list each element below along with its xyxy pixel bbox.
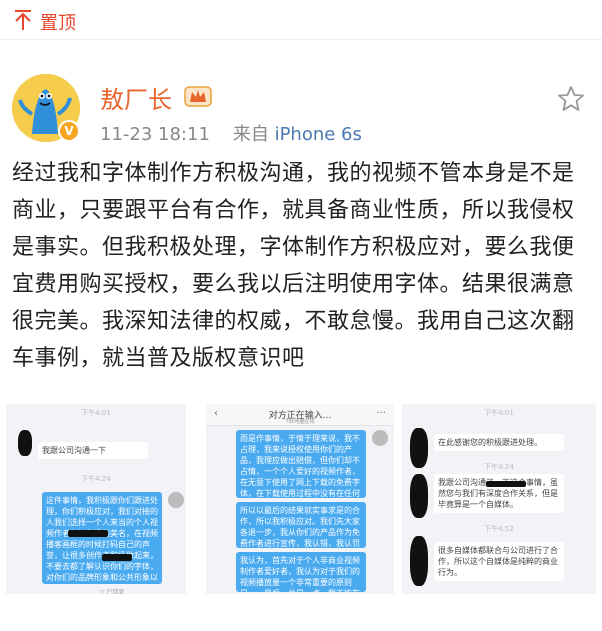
post-text: 经过我和字体制作方积极沟通，我的视频不管本身是不是商业，只要跟平台有合作，就具备… <box>12 161 575 371</box>
chat-bubble-left: 我跟公司沟通一下 <box>38 442 148 459</box>
top-bar: 置顶 <box>0 0 602 40</box>
chat-avatar <box>372 430 388 446</box>
chat-screenshot-thumbnail-1[interactable]: 下午4:01 我跟公司沟通一下 下午4:24 这件事情，我积极跟你们跟进处理，你… <box>6 404 186 594</box>
chat-bubble-right: 而是作事情，于情于理来说，我不占理，我来说授权使用你们的产品，我理应做出赔偿，但… <box>236 430 366 498</box>
crown-icon <box>184 86 212 107</box>
image-grid: 下午4:01 我跟公司沟通一下 下午4:24 这件事情，我积极跟你们跟进处理，你… <box>6 398 596 598</box>
chat-screenshot-thumbnail-2[interactable]: ‹ 对方正在输入... 78k电脑在线 ··· 而是作事情，于情于理来说，我不占… <box>206 404 394 594</box>
chat-bubble-left: 很多自媒体都联合与公司进行了合作，所以这个自媒体是纯粹的商业行为。 <box>434 542 564 581</box>
post-header: V 敖厂长 11-23 18:11 来自 iPhone 6s <box>0 60 602 150</box>
redacted-text <box>102 554 132 561</box>
source-prefix: 来自 <box>232 124 269 145</box>
chat-nav-bar: ‹ 对方正在输入... 78k电脑在线 ··· <box>206 404 394 426</box>
source-device[interactable]: iPhone 6s <box>275 124 362 145</box>
redacted-text <box>68 530 108 537</box>
chat-bubble-right: 我认为，首先对于个人非商业视频制作者爱好者，我认为对于我们的视频播放量一个非常重… <box>236 552 366 592</box>
chat-timestamp: 下午4:01 <box>484 409 514 417</box>
chat-timestamp: 下午4:52 <box>484 525 514 533</box>
chat-screenshot-thumbnail-3[interactable]: 下午4:01 在此感谢您的积极跟进处理。 下午4:24 我跟公司沟通了一下这个事… <box>402 404 596 594</box>
chat-timestamp: 下午4:24 <box>484 463 514 471</box>
redacted-text <box>486 481 526 487</box>
chat-subtitle: 78k电脑在线 <box>285 419 315 425</box>
chat-timestamp: 下午4:24 <box>81 475 111 483</box>
chat-bubble-right: 所以以最后的结果就实事求是的合作，所以我积极应对。我们先大家各退一步，我从你们的… <box>236 502 366 548</box>
chat-bubble-left: 我跟公司沟通了一下这个事情，虽然您与我们有深度合作关系，但是毕竟算是一个自媒体。 <box>434 474 564 513</box>
redacted-avatar <box>18 430 32 456</box>
pin-top-icon <box>15 10 31 30</box>
chat-avatar <box>168 492 184 508</box>
post-timestamp: 11-23 18:11 <box>100 124 210 145</box>
chat-bubble-left: 在此感谢您的积极跟进处理。 <box>434 434 564 451</box>
redacted-avatar <box>410 474 428 518</box>
reply-indicator: ▽ 已回复 <box>100 589 125 594</box>
verified-badge: V <box>58 120 80 142</box>
more-icon: ··· <box>376 408 386 419</box>
author-name[interactable]: 敖厂长 <box>100 80 172 115</box>
chat-timestamp: 下午4:01 <box>81 409 111 417</box>
pin-label[interactable]: 置顶 <box>40 9 76 35</box>
post-meta: 11-23 18:11 来自 iPhone 6s <box>100 120 362 146</box>
chat-bubble-right: 这件事情，我积极跟你们跟进处理，你们积极应对，我们对接的人我们选择一个人来当的个… <box>42 492 162 584</box>
star-outline-icon[interactable] <box>556 84 586 114</box>
redacted-avatar <box>410 536 428 586</box>
